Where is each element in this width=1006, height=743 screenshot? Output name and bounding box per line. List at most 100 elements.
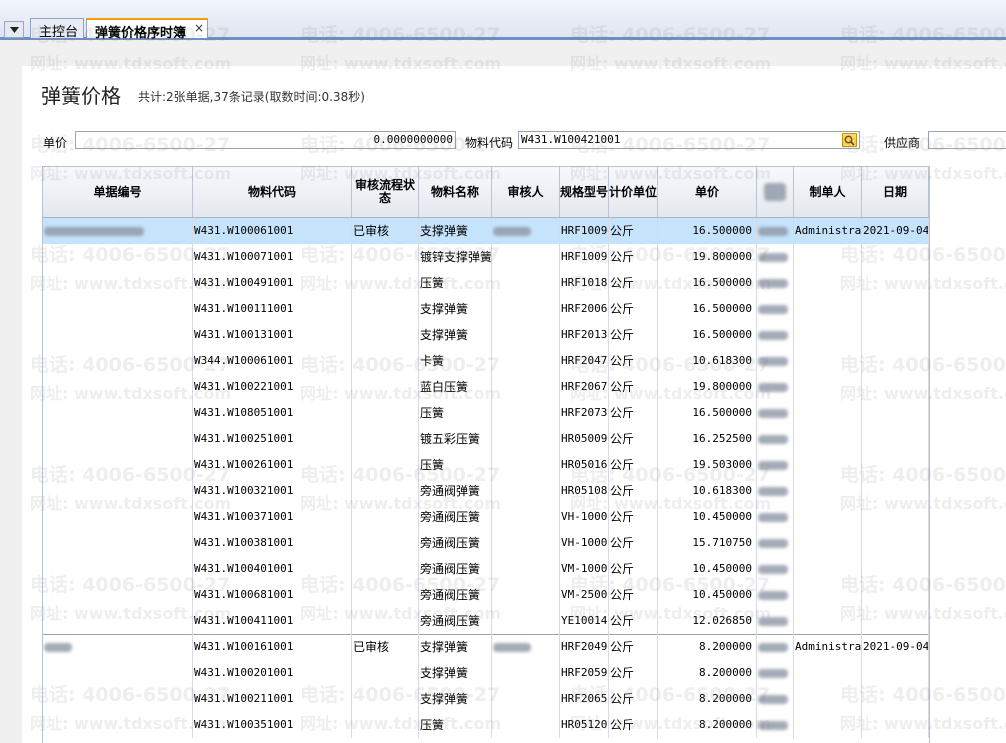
cell-code: W431.W100201001 (193, 660, 352, 686)
search-icon[interactable] (842, 133, 857, 147)
header-unit[interactable]: 计价单位 (609, 167, 658, 217)
table-row[interactable]: W431.W100221001 蓝白压簧 HRF20671 公斤 19.800000 (43, 374, 929, 400)
redacted-mark (764, 183, 786, 201)
cell-creator (794, 452, 862, 478)
cell-code: W431.W100401001 (193, 556, 352, 582)
cell-unit: 公斤 (609, 660, 658, 686)
cell-creator (794, 322, 862, 348)
table-row[interactable]: W431.W100401001 旁通阀压簧 VM-10006 公斤 10.450000 (43, 556, 929, 582)
cell-spec: HR050161 (560, 452, 609, 478)
cell-blurred (757, 530, 794, 556)
cell-price: 16.500000 (658, 322, 757, 348)
cell-unit: 公斤 (609, 400, 658, 426)
cell-doc (43, 504, 193, 530)
cell-auditor (492, 608, 560, 634)
cell-name: 压簧 (419, 452, 492, 478)
cell-creator (794, 400, 862, 426)
cell-auditor (492, 348, 560, 374)
cell-name: 旁通阀压簧 (419, 582, 492, 608)
cell-spec: VH-10006 (560, 530, 609, 556)
tab-menu-button[interactable] (4, 21, 24, 38)
tab-bar: 主控台 弹簧价格序时簿 × (0, 0, 1006, 41)
cell-code: W431.W100251001 (193, 426, 352, 452)
header-spec[interactable]: 规格型号 (560, 167, 609, 217)
cell-creator (794, 582, 862, 608)
cell-status (352, 400, 419, 426)
cell-blurred (757, 660, 794, 686)
cell-unit: 公斤 (609, 478, 658, 504)
table-row[interactable]: W431.W100371001 旁通阀压簧 VH-10006 公斤 10.450000 (43, 504, 929, 530)
table-row[interactable]: W431.W100261001 压簧 HR050161 公斤 19.503000 (43, 452, 929, 478)
cell-date (862, 608, 929, 634)
cell-auditor (492, 478, 560, 504)
cell-blurred (757, 556, 794, 582)
cell-spec: YE100145 (560, 608, 609, 634)
close-icon[interactable]: × (194, 21, 204, 35)
header-auditor[interactable]: 审核人 (492, 167, 560, 217)
tab-main-console[interactable]: 主控台 (30, 18, 84, 40)
cell-unit: 公斤 (609, 582, 658, 608)
table-row[interactable]: W431.W100201001 支撑弹簧 HRF20594 公斤 8.200000 (43, 660, 929, 686)
tab-label: 弹簧价格序时簿 (95, 26, 187, 41)
table-row[interactable]: W431.W100211001 支撑弹簧 HRF20650 公斤 8.200000 (43, 686, 929, 712)
cell-auditor (492, 712, 560, 738)
header-material-name[interactable]: 物料名称 (419, 167, 492, 217)
redacted-mark (44, 643, 72, 652)
cell-unit: 公斤 (609, 348, 658, 374)
redacted-mark (493, 643, 531, 652)
table-row[interactable]: W431.W100111001 支撑弹簧 HRF20065 公斤 16.500000 (43, 296, 929, 322)
cell-status: 已审核 (352, 218, 419, 244)
cell-auditor (492, 530, 560, 556)
cell-price: 16.500000 (658, 400, 757, 426)
material-code-input[interactable]: W431.W100421001 (518, 131, 860, 149)
table-row[interactable]: W431.W100351001 压簧 HR051200 公斤 8.200000 (43, 712, 929, 738)
cell-price: 16.500000 (658, 218, 757, 244)
header-audit-status[interactable]: 审核流程状态 (352, 167, 419, 217)
redacted-mark (758, 279, 788, 288)
table-row[interactable]: W431.W100681001 旁通阀压簧 VM-25006 公斤 10.450000 (43, 582, 929, 608)
price-input[interactable]: 0.0000000000 (75, 131, 456, 149)
tab-label: 主控台 (39, 25, 79, 40)
cell-doc (43, 660, 193, 686)
table-row[interactable]: W431.W100381001 旁通阀压簧 VH-10006 公斤 15.710750 (43, 530, 929, 556)
cell-price: 10.450000 (658, 582, 757, 608)
cell-spec: HRF20470 (560, 348, 609, 374)
header-hidden[interactable] (757, 167, 794, 217)
cell-price: 15.710750 (658, 530, 757, 556)
table-row[interactable]: W431.W100411001 旁通阀压簧 YE100145 公斤 12.026850 (43, 608, 929, 634)
cell-name: 镀锌支撑弹簧 (419, 244, 492, 270)
header-material-code[interactable]: 物料代码 (193, 167, 352, 217)
cell-code: W431.W100161001 (193, 634, 352, 660)
cell-name: 压簧 (419, 270, 492, 296)
cell-doc (43, 686, 193, 712)
table-row[interactable]: W431.W100321001 旁通阀弹簧 HR051083 公斤 10.618300 (43, 478, 929, 504)
table-row[interactable]: W431.W108051001 压簧 HRF20732 公斤 16.500000 (43, 400, 929, 426)
cell-date (862, 374, 929, 400)
cell-status (352, 244, 419, 270)
table-row[interactable]: W344.W100061001 卡簧 HRF20470 公斤 10.618300 (43, 348, 929, 374)
table-row[interactable]: W431.W100161001 已审核 支撑弹簧 HRF20496 公斤 8.200000… (43, 634, 929, 660)
cell-blurred (757, 608, 794, 634)
table-row[interactable]: W431.W100131001 支撑弹簧 HRF20139 公斤 16.500000 (43, 322, 929, 348)
vendor-input[interactable] (928, 131, 1006, 149)
cell-date (862, 504, 929, 530)
table-row[interactable]: W431.W100491001 压簧 HRF10189 公斤 16.500000 (43, 270, 929, 296)
cell-creator (794, 296, 862, 322)
header-doc-number[interactable]: 单据编号 (43, 167, 193, 217)
table-row[interactable]: W431.W100061001 已审核 支撑弹簧 HRF10094 公斤 16.50000… (43, 218, 929, 244)
cell-code: W431.W100211001 (193, 686, 352, 712)
header-date[interactable]: 日期 (862, 167, 929, 217)
cell-name: 旁通阀弹簧 (419, 478, 492, 504)
table-row[interactable]: W431.W100071001 镀锌支撑弹簧 HRF10094 公斤 19.800000 (43, 244, 929, 270)
cell-price: 10.618300 (658, 348, 757, 374)
header-creator[interactable]: 制单人 (794, 167, 862, 217)
cell-spec: HRF20496 (560, 634, 609, 660)
cell-doc (43, 374, 193, 400)
cell-name: 支撑弹簧 (419, 322, 492, 348)
header-price[interactable]: 单价 (658, 167, 757, 217)
tab-spring-price-list[interactable]: 弹簧价格序时簿 × (86, 18, 208, 41)
cell-creator (794, 244, 862, 270)
cell-spec: HRF20671 (560, 374, 609, 400)
table-row[interactable]: W431.W100251001 镀五彩压簧 HR050091 公斤 16.252500 (43, 426, 929, 452)
cell-unit: 公斤 (609, 530, 658, 556)
